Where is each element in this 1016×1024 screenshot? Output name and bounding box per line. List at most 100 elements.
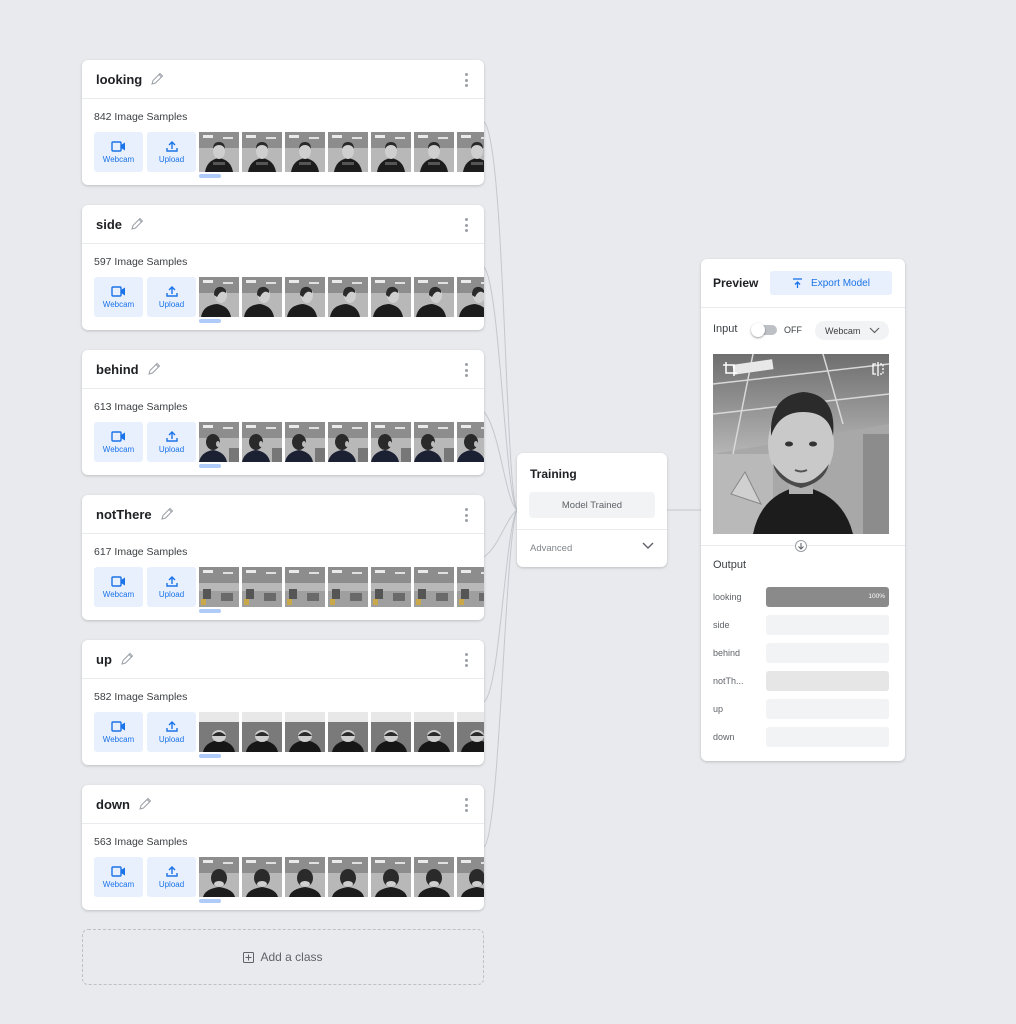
advanced-toggle-label[interactable]: Advanced <box>530 543 572 554</box>
thumbnail-scrollbar[interactable] <box>199 319 221 323</box>
webcam-button[interactable]: Webcam <box>94 132 143 172</box>
thumbnail-scrollbar[interactable] <box>199 899 221 903</box>
more-options-icon[interactable] <box>464 73 468 87</box>
sample-thumbnail[interactable] <box>371 567 411 607</box>
pencil-icon[interactable] <box>138 797 152 811</box>
sample-thumbnail[interactable] <box>242 422 282 462</box>
upload-button[interactable]: Upload <box>147 277 196 317</box>
upload-button[interactable]: Upload <box>147 132 196 172</box>
sample-thumbnail[interactable] <box>457 567 484 607</box>
input-source-select[interactable]: Webcam <box>815 321 889 340</box>
class-name[interactable]: down <box>96 797 130 812</box>
webcam-button[interactable]: Webcam <box>94 712 143 752</box>
sample-thumbnail[interactable] <box>328 422 368 462</box>
class-name[interactable]: behind <box>96 362 139 377</box>
thumbnail-scrollbar[interactable] <box>199 174 221 178</box>
sample-thumbnail[interactable] <box>242 857 282 897</box>
sample-thumbnail[interactable] <box>371 712 411 752</box>
sample-thumbnail[interactable] <box>328 712 368 752</box>
pencil-icon[interactable] <box>120 652 134 666</box>
upload-button[interactable]: Upload <box>147 567 196 607</box>
sample-thumbnail[interactable] <box>199 277 239 317</box>
sample-thumbnail[interactable] <box>328 857 368 897</box>
chevron-down-icon[interactable] <box>641 541 655 551</box>
sample-thumbnail[interactable] <box>371 422 411 462</box>
sample-thumbnail[interactable] <box>457 857 484 897</box>
sample-thumbnail[interactable] <box>285 132 325 172</box>
sample-thumbnail[interactable] <box>457 422 484 462</box>
sample-thumbnail[interactable] <box>457 712 484 752</box>
flip-icon[interactable] <box>871 361 885 377</box>
sample-thumbnail[interactable] <box>457 132 484 172</box>
crop-icon[interactable] <box>722 361 738 377</box>
sample-thumbnails[interactable] <box>199 857 484 897</box>
sample-thumbnail[interactable] <box>285 857 325 897</box>
input-toggle[interactable] <box>751 323 777 337</box>
more-options-icon[interactable] <box>464 798 468 812</box>
output-label: up <box>713 704 724 714</box>
class-name[interactable]: up <box>96 652 112 667</box>
thumbnail-scrollbar[interactable] <box>199 754 221 758</box>
sample-thumbnail[interactable] <box>285 712 325 752</box>
more-options-icon[interactable] <box>464 508 468 522</box>
sample-thumbnail[interactable] <box>199 132 239 172</box>
sample-thumbnail[interactable] <box>199 857 239 897</box>
webcam-button[interactable]: Webcam <box>94 422 143 462</box>
sample-thumbnail[interactable] <box>328 132 368 172</box>
output-row: looking 100% <box>713 587 889 607</box>
sample-thumbnails[interactable] <box>199 422 484 462</box>
class-header: behind <box>82 350 484 389</box>
sample-thumbnail[interactable] <box>199 567 239 607</box>
sample-thumbnail[interactable] <box>371 857 411 897</box>
sample-thumbnail[interactable] <box>285 567 325 607</box>
sample-thumbnail[interactable] <box>414 132 454 172</box>
sample-thumbnail[interactable] <box>414 712 454 752</box>
upload-button[interactable]: Upload <box>147 422 196 462</box>
thumbnail-scrollbar[interactable] <box>199 464 221 468</box>
pencil-icon[interactable] <box>130 217 144 231</box>
sample-thumbnail[interactable] <box>414 567 454 607</box>
webcam-button[interactable]: Webcam <box>94 567 143 607</box>
more-options-icon[interactable] <box>464 363 468 377</box>
class-name[interactable]: looking <box>96 72 142 87</box>
sample-thumbnail[interactable] <box>199 712 239 752</box>
add-class-button[interactable]: Add a class <box>82 929 484 985</box>
class-card-behind: behind 613 Image Samples Webcam Upload <box>82 350 484 475</box>
webcam-button[interactable]: Webcam <box>94 857 143 897</box>
pencil-icon[interactable] <box>160 507 174 521</box>
video-camera-icon <box>111 430 125 442</box>
sample-count: 842 Image Samples <box>94 111 188 123</box>
webcam-button[interactable]: Webcam <box>94 277 143 317</box>
sample-thumbnail[interactable] <box>328 567 368 607</box>
sample-thumbnail[interactable] <box>414 422 454 462</box>
sample-thumbnail[interactable] <box>414 857 454 897</box>
sample-thumbnails[interactable] <box>199 712 484 752</box>
sample-thumbnail[interactable] <box>199 422 239 462</box>
sample-thumbnail[interactable] <box>242 712 282 752</box>
train-model-button[interactable]: Model Trained <box>529 492 655 518</box>
sample-thumbnail[interactable] <box>285 422 325 462</box>
sample-thumbnail[interactable] <box>242 132 282 172</box>
sample-thumbnail[interactable] <box>371 132 411 172</box>
pencil-icon[interactable] <box>147 362 161 376</box>
sample-thumbnail[interactable] <box>242 277 282 317</box>
sample-thumbnails[interactable] <box>199 567 484 607</box>
class-name[interactable]: side <box>96 217 122 232</box>
sample-thumbnails[interactable] <box>199 132 484 172</box>
export-model-button[interactable]: Export Model <box>770 271 892 295</box>
sample-thumbnail[interactable] <box>457 277 484 317</box>
sample-thumbnail[interactable] <box>242 567 282 607</box>
sample-thumbnail[interactable] <box>371 277 411 317</box>
sample-thumbnail[interactable] <box>328 277 368 317</box>
pencil-icon[interactable] <box>150 72 164 86</box>
class-name[interactable]: notThere <box>96 507 152 522</box>
upload-button[interactable]: Upload <box>147 712 196 752</box>
sample-thumbnails[interactable] <box>199 277 484 317</box>
thumbnail-scrollbar[interactable] <box>199 609 221 613</box>
sample-thumbnail[interactable] <box>285 277 325 317</box>
more-options-icon[interactable] <box>464 218 468 232</box>
sample-thumbnail[interactable] <box>414 277 454 317</box>
more-options-icon[interactable] <box>464 653 468 667</box>
upload-icon <box>165 431 178 442</box>
upload-button[interactable]: Upload <box>147 857 196 897</box>
